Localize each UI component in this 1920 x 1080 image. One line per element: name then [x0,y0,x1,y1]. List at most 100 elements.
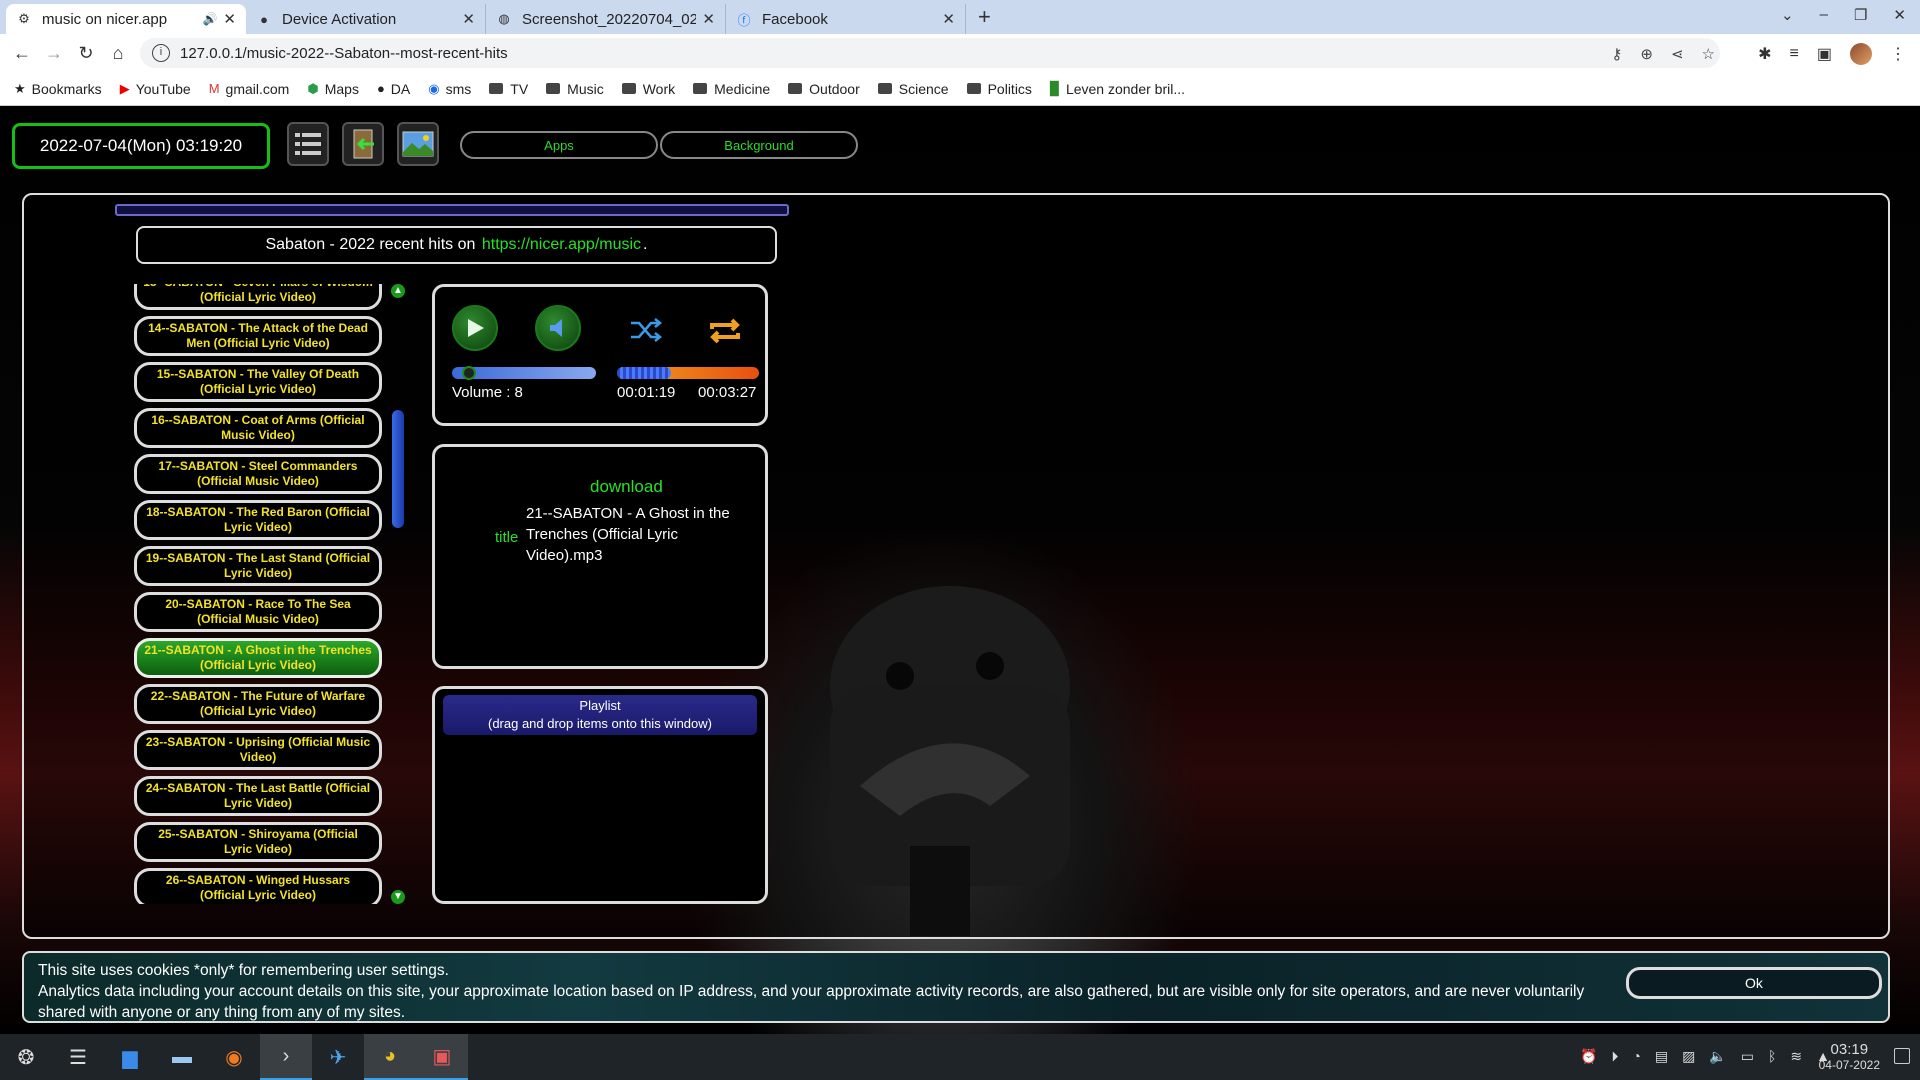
home-icon[interactable]: ⌂ [102,43,134,64]
bookmark-gmail[interactable]: Mgmail.com [209,81,290,97]
media-player-icon[interactable]: ⏵ [1611,1048,1618,1065]
zoom-icon[interactable]: ⊕ [1640,45,1653,63]
speaker-icon[interactable]: 🔊 [202,12,217,26]
tab-screenshot[interactable]: ◍ Screenshot_20220704_02190 ✕ [486,4,726,34]
scroll-down-icon[interactable]: ▼ [391,890,405,904]
volume-slider[interactable] [452,366,596,380]
reload-icon[interactable]: ↻ [70,43,102,64]
taskbar-clock[interactable]: 03:19 04-07-2022 [1819,1041,1880,1072]
scroll-up-icon[interactable]: ▲ [391,284,405,298]
sidepanel-icon[interactable]: ▣ [1817,44,1832,64]
cookie-ok-button[interactable]: Ok [1626,967,1882,999]
close-window-icon[interactable]: ✕ [1893,6,1906,24]
close-icon[interactable]: ✕ [462,10,475,28]
back-icon[interactable]: ← [6,43,38,64]
track-item[interactable]: 26--SABATON - Winged Hussars (Official L… [134,868,382,904]
key-icon[interactable]: ⚷ [1611,45,1622,63]
firefox-icon[interactable]: ◉ [208,1034,260,1080]
mute-button[interactable] [535,305,581,351]
image-icon[interactable]: ▨ [1682,1048,1695,1065]
volume-knob[interactable] [462,366,477,380]
start-menu-icon[interactable]: ❂ [0,1034,52,1080]
bookmark-politics[interactable]: Politics [966,81,1032,97]
tab-device-activation[interactable]: ● Device Activation ✕ [246,4,486,34]
update-icon[interactable]: ◔ [1632,1048,1640,1065]
track-item[interactable]: 25--SABATON - Shiroyama (Official Lyric … [134,822,382,862]
url-field[interactable]: i 127.0.0.1/music-2022--Sabaton--most-re… [140,38,1720,68]
screenshot-app-icon[interactable]: ▣ [416,1034,468,1080]
track-item[interactable]: 19--SABATON - The Last Stand (Official L… [134,546,382,586]
apps-button[interactable]: Apps [460,131,658,159]
clipboard-icon[interactable]: ▤ [1655,1048,1668,1065]
background-button[interactable]: Background [660,131,858,159]
wifi-icon[interactable]: ≋ [1790,1048,1802,1065]
track-item[interactable]: 17--SABATON - Steel Commanders (Official… [134,454,382,494]
minimize-icon[interactable]: – [1820,6,1828,24]
close-icon[interactable]: ✕ [702,10,715,28]
url-text: 127.0.0.1/music-2022--Sabaton--most-rece… [180,44,508,62]
facebook-icon: ⓕ [737,12,751,28]
bookmark-music[interactable]: Music [546,81,604,97]
site-link[interactable]: https://nicer.app/music [482,236,641,254]
task-manager-icon[interactable]: ☰ [52,1034,104,1080]
battery-icon[interactable]: ▭ [1741,1048,1754,1065]
extensions-icon[interactable]: ✱ [1758,44,1771,64]
tab-facebook[interactable]: ⓕ Facebook ✕ [726,4,966,34]
chrome-icon[interactable]: ◕ [364,1034,416,1080]
track-item[interactable]: 23--SABATON - Uprising (Official Music V… [134,730,382,770]
avatar[interactable] [1850,43,1872,65]
bookmark-da[interactable]: ● DA [377,81,410,97]
repeat-button[interactable] [707,315,743,352]
show-desktop-button[interactable] [1894,1048,1910,1064]
bluetooth-icon[interactable]: ᛒ [1768,1048,1776,1065]
close-icon[interactable]: ✕ [942,10,955,28]
shuffle-button[interactable] [629,315,663,350]
new-tab-button[interactable]: + [978,4,991,30]
bookmark-youtube[interactable]: ▶ YouTube [120,81,191,97]
bookmark-leven-zonder-bril[interactable]: ▉ Leven zonder bril... [1050,81,1185,97]
scroll-thumb[interactable] [392,410,404,528]
back-to-apps-button[interactable] [342,122,384,166]
folder-icon [489,83,504,94]
bookmark-tv[interactable]: TV [489,81,528,97]
track-item[interactable]: 22--SABATON - The Future of Warfare (Off… [134,684,382,724]
bookmark-science[interactable]: Science [877,81,949,97]
store-icon[interactable]: ▆ [104,1034,156,1080]
track-item[interactable]: 20--SABATON - Race To The Sea (Official … [134,592,382,632]
star-icon[interactable]: ☆ [1702,45,1715,63]
close-icon[interactable]: ✕ [223,10,236,28]
tab-search-icon[interactable]: ⌄ [1781,6,1794,24]
playlist-dropzone[interactable]: Playlist (drag and drop items onto this … [432,686,768,904]
bookmark-work[interactable]: Work [621,81,675,97]
menu-icon[interactable]: ⋮ [1890,44,1906,64]
volume-icon[interactable]: 🔈 [1709,1048,1726,1065]
track-item[interactable]: 16--SABATON - Coat of Arms (Official Mus… [134,408,382,448]
vpn-icon[interactable]: ✈ [312,1034,364,1080]
track-item[interactable]: 13--SABATON - Seven Pillars of Wisdom (O… [134,284,382,310]
alarm-icon[interactable]: ⏰ [1580,1048,1597,1065]
track-item[interactable]: 14--SABATON - The Attack of the Dead Men… [134,316,382,356]
site-info-icon[interactable]: i [152,44,170,62]
maximize-icon[interactable]: ❐ [1854,6,1867,24]
background-picker-button[interactable] [397,122,439,166]
media-icon[interactable]: ≡ [1790,45,1799,63]
bookmark-bookmarks[interactable]: ★ Bookmarks [14,81,102,97]
forward-icon[interactable]: → [38,43,70,64]
download-link[interactable]: download [590,477,663,497]
seek-bar[interactable] [617,367,759,379]
track-item[interactable]: 15--SABATON - The Valley Of Death (Offic… [134,362,382,402]
bookmark-medicine[interactable]: Medicine [693,81,770,97]
menu-button[interactable] [287,122,329,166]
bookmark-maps[interactable]: ⬢ Maps [307,81,359,97]
track-item[interactable]: 18--SABATON - The Red Baron (Official Ly… [134,500,382,540]
bookmark-outdoor[interactable]: Outdoor [788,81,860,97]
file-manager-icon[interactable]: ▬ [156,1034,208,1080]
track-item[interactable]: 21--SABATON - A Ghost in the Trenches (O… [134,638,382,678]
tab-music[interactable]: ⚙ music on nicer.app 🔊 ✕ [6,4,246,34]
share-icon[interactable]: ⋖ [1671,45,1684,63]
track-list-scrollbar[interactable]: ▲ ▼ [390,284,406,904]
play-button[interactable] [452,305,498,351]
track-item[interactable]: 24--SABATON - The Last Battle (Official … [134,776,382,816]
terminal-icon[interactable]: › [260,1034,312,1080]
bookmark-sms[interactable]: ◉ sms [428,81,471,97]
